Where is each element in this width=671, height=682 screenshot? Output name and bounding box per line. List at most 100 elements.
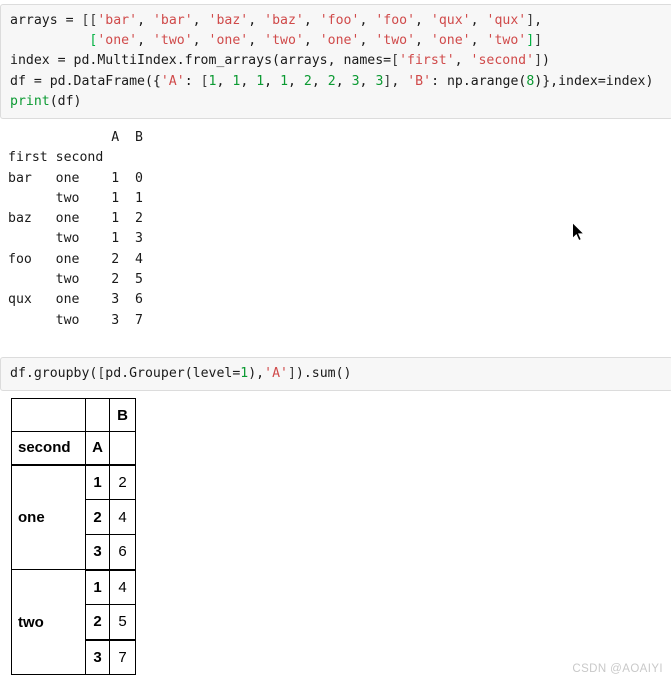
code-token: , [415, 13, 431, 28]
result-table-body: B second A one 1 2 2 4 3 6 two 1 4 2 5 3… [11, 398, 136, 675]
cell-a: 2 [85, 499, 110, 535]
code-token: , [359, 13, 376, 28]
table-header-row-2: second A [11, 431, 136, 466]
code-token: , [192, 33, 209, 49]
watermark-text: CSDN @AOAIYI [572, 663, 663, 675]
code-token: ).sum() [295, 366, 352, 381]
code-token: 'B' [407, 73, 432, 89]
code-token: , [454, 53, 471, 69]
code-token: 'A' [264, 366, 288, 381]
code-token: , [137, 13, 153, 28]
code-token: 'bar' [97, 13, 138, 28]
code-token: ] [534, 53, 543, 69]
code-token: , [359, 73, 376, 89]
code-token: (df) [49, 93, 82, 109]
header-index-blank [11, 398, 86, 432]
code-token: 1 [256, 73, 265, 89]
groupby-result-table: B second A one 1 2 2 4 3 6 two 1 4 2 5 3… [11, 398, 136, 675]
code-line: df = pd.DataFrame({'A': [1, 1, 1, 1, 2, … [10, 72, 664, 92]
code-token: ] [287, 366, 296, 381]
cell-b: 7 [109, 639, 136, 675]
cell-b: 4 [109, 499, 136, 535]
code-line: arrays = [['bar', 'bar', 'baz', 'baz', '… [10, 11, 664, 31]
code-token: 'two' [486, 33, 527, 49]
table-header-row-1: B [11, 398, 136, 432]
code-token: , [264, 73, 281, 89]
code-token: ] [526, 13, 535, 28]
cell-a: 3 [85, 639, 110, 675]
code-token: 'second' [470, 53, 535, 69]
code-token: , [192, 13, 209, 28]
code-token: , [415, 33, 431, 49]
group-label-one: one [11, 464, 86, 570]
code-line: index = pd.MultiIndex.from_arrays(arrays… [10, 51, 664, 71]
mouse-cursor-icon [572, 221, 586, 242]
code-token: : np.arange( [431, 73, 527, 89]
code-token: , [359, 33, 376, 49]
cell-a: 1 [85, 569, 110, 605]
cell-b: 2 [109, 464, 136, 500]
cell-a: 1 [85, 464, 110, 500]
code-token: , [534, 13, 543, 28]
cell-b: 6 [109, 534, 136, 571]
code-line: ['one', 'two', 'one', 'two', 'one', 'two… [10, 31, 664, 51]
code-token: 'one' [430, 33, 471, 49]
code-token: , [470, 33, 487, 49]
cell-b: 4 [109, 569, 136, 605]
cell-a: 3 [85, 534, 110, 571]
code-token: )},index=index) [534, 73, 654, 89]
code-token: ] [534, 33, 543, 49]
code-token: ) [542, 53, 550, 69]
code-token: 2 [327, 73, 336, 89]
code-token: , [248, 33, 265, 49]
code-token: df = pd.DataFrame({ [10, 73, 161, 89]
group-label-two: two [11, 569, 86, 675]
code-token: [[ [81, 13, 98, 28]
code-token: ), [248, 366, 265, 381]
code-token: 3 [351, 73, 360, 89]
code-token: pd.Grouper(level= [105, 366, 241, 381]
header-column-a: A [85, 431, 110, 466]
code-token: 1 [280, 73, 289, 89]
table-row: two 1 4 [11, 569, 136, 675]
code-token: 'qux' [486, 13, 527, 28]
header-index-second: second [11, 431, 86, 466]
code-token: 'foo' [375, 13, 416, 28]
code-token: 'baz' [208, 13, 249, 28]
code-token: print [10, 93, 50, 109]
code-token: , [391, 73, 408, 89]
code-token: , [137, 33, 153, 49]
stdout-output-dataframe: A B first second bar one 1 0 two 1 1 baz… [8, 128, 408, 331]
code-token: ] [526, 33, 535, 49]
code-token: , [470, 13, 487, 28]
code-cell-input-2[interactable]: df.groupby([pd.Grouper(level=1),'A']).su… [0, 357, 671, 391]
code-token: 'two' [264, 33, 304, 49]
code-token: , [288, 73, 304, 89]
header-b-blank [109, 431, 136, 466]
code-token: , [303, 33, 320, 49]
code-cell-input-1[interactable]: arrays = [['bar', 'bar', 'baz', 'baz', '… [0, 4, 671, 119]
code-token: 'one' [319, 33, 360, 49]
table-row: one 1 2 [11, 464, 136, 570]
header-a-blank [85, 398, 110, 432]
code-token: : [184, 73, 201, 89]
code-token: 'one' [97, 33, 138, 49]
code-token: 'two' [152, 33, 193, 49]
header-column-b: B [109, 398, 136, 432]
code-token: [ [391, 53, 400, 69]
code-token: , [311, 73, 328, 89]
cell-b: 5 [109, 604, 136, 641]
code-token: arrays = [10, 13, 82, 28]
code-token: 'one' [208, 33, 249, 49]
code-token: 'baz' [264, 13, 304, 28]
code-token: 'two' [375, 33, 416, 49]
code-token: , [216, 73, 233, 89]
code-token: df.groupby( [10, 366, 98, 381]
code-token: 'bar' [152, 13, 193, 28]
code-token: 'A' [160, 73, 185, 89]
code-token: , [303, 13, 320, 28]
code-token: index = pd.MultiIndex.from_arrays(arrays… [10, 53, 392, 69]
code-line: df.groupby([pd.Grouper(level=1),'A']).su… [10, 364, 664, 384]
cell-a: 2 [85, 604, 110, 641]
